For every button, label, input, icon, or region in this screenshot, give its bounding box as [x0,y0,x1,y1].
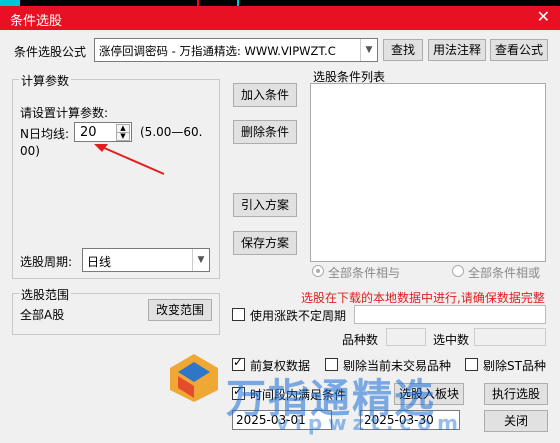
params-group-title: 计算参数 [19,72,72,89]
stock-count-value [386,328,426,346]
period-select[interactable]: 日线 ▼ [82,248,210,272]
param-range-line2: 00) [20,144,40,158]
use-limit-checkbox[interactable] [232,308,245,321]
watermark-logo-icon [170,354,218,402]
exclude-st-checkbox[interactable] [465,358,478,371]
condition-list[interactable] [310,83,546,262]
window-title: 条件选股 [10,14,63,29]
param-range-line1: (5.00—60. [140,125,203,139]
watermark-url: vipwzt.com [276,411,464,435]
change-scope-button[interactable]: 改变范围 [148,299,212,321]
limit-period-input[interactable] [354,305,546,324]
radio-all-or-label: 全部条件相或 [468,266,541,280]
selected-count-value [474,328,546,346]
n-day-ma-value: 20 [80,125,97,140]
warning-text: 选股在下载的本地数据中进行,请确保数据完整 [301,291,545,305]
import-scheme-button[interactable]: 引入方案 [233,193,297,217]
title-bar: 条件选股 ✕ [0,6,560,30]
period-value: 日线 [87,255,112,269]
radio-all-and-label: 全部条件相与 [328,266,401,280]
radio-all-or[interactable] [452,265,464,277]
formula-value: 涨停回调密码 - 万指通精选: WWW.VIPWZT.C [99,44,336,58]
exclude-st-label: 剔除ST品种 [483,359,546,373]
red-arrow-icon [94,144,165,175]
chevron-down-icon[interactable]: ▼ [360,39,377,61]
params-prompt: 请设置计算参数: [20,106,109,120]
period-label: 选股周期: [20,255,73,269]
radio-all-and[interactable] [312,265,324,277]
close-icon[interactable]: ✕ [537,7,550,26]
execute-selection-button[interactable]: 执行选股 [484,383,548,405]
scope-value: 全部A股 [20,308,65,322]
condition-selection-dialog: 条件选股 ✕ 条件选股公式 涨停回调密码 - 万指通精选: WWW.VIPWZT… [0,6,560,443]
selected-count-label: 选中数 [433,333,470,347]
chevron-down-icon[interactable]: ▼ [192,249,209,271]
use-limit-label: 使用涨跌不定周期 [250,309,347,323]
view-formula-button[interactable]: 查看公式 [490,39,548,61]
scope-group-title: 选股范围 [19,286,72,303]
formula-select[interactable]: 涨停回调密码 - 万指通精选: WWW.VIPWZT.C ▼ [94,38,378,62]
usage-notes-button[interactable]: 用法注释 [428,39,486,61]
find-button[interactable]: 查找 [383,39,423,61]
n-day-ma-input[interactable]: 20 ▲ ▼ [74,122,132,142]
formula-label: 条件选股公式 [14,45,87,59]
add-condition-button[interactable]: 加入条件 [233,83,297,107]
close-button[interactable]: 关闭 [484,410,548,432]
save-scheme-button[interactable]: 保存方案 [233,231,297,255]
delete-condition-button[interactable]: 删除条件 [233,120,297,144]
n-day-ma-label: N日均线: [20,127,70,141]
stock-count-label: 品种数 [342,333,379,347]
